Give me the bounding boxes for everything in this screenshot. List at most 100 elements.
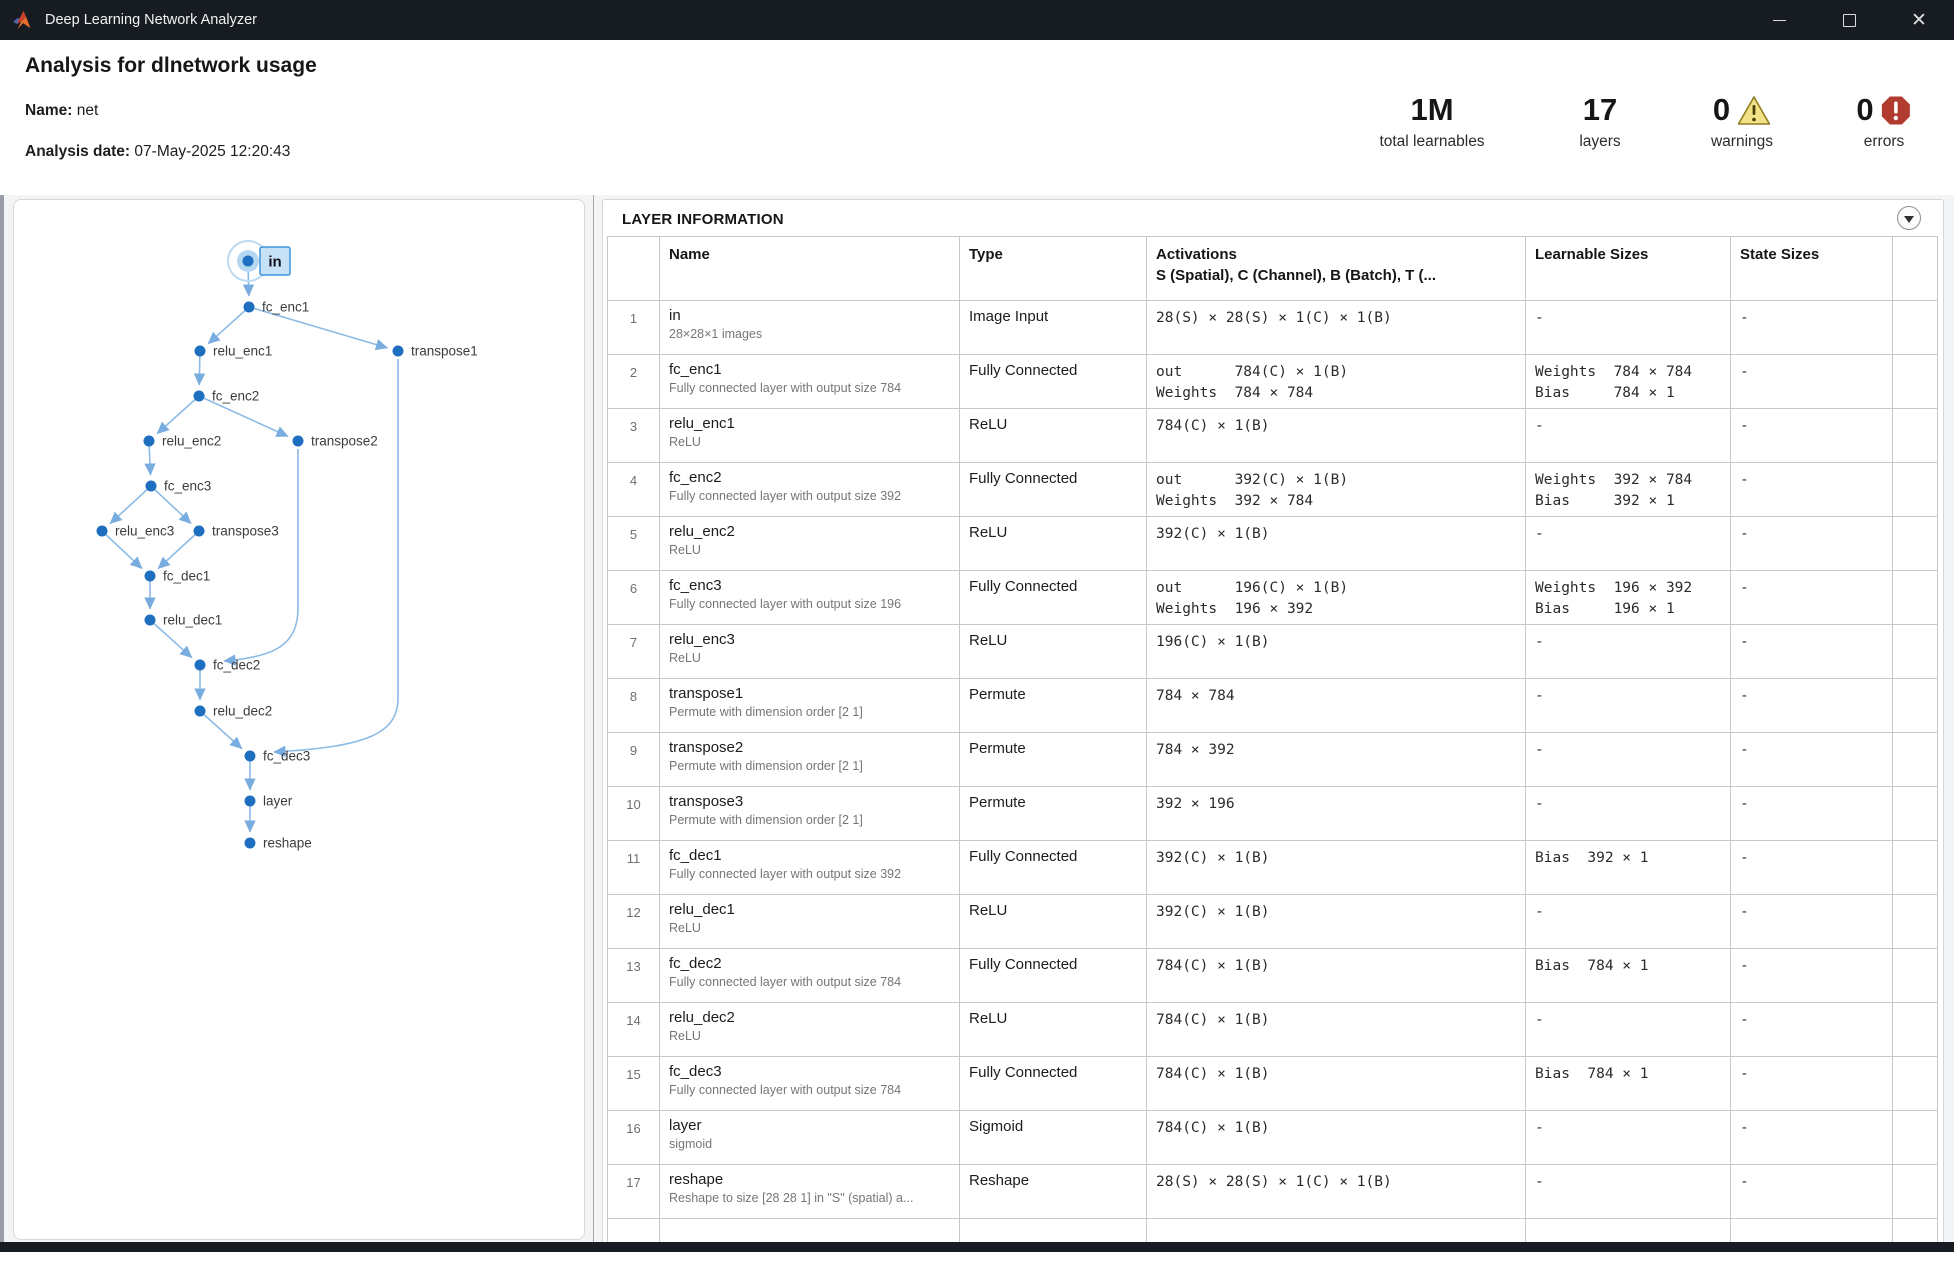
layer-name: fc_dec1	[669, 847, 951, 864]
window-title: Deep Learning Network Analyzer	[45, 12, 257, 28]
graph-node-label: in	[268, 254, 281, 271]
learnable-sizes-cell: -	[1526, 679, 1731, 733]
graph-node-reshape[interactable]: reshape	[245, 836, 312, 851]
col-activations[interactable]: Activations S (Spatial), C (Channel), B …	[1147, 237, 1526, 301]
maximize-button[interactable]	[1814, 0, 1884, 40]
col-learnable-sizes[interactable]: Learnable Sizes	[1526, 237, 1731, 301]
extra-cell	[1893, 733, 1938, 787]
network-diagram-panel[interactable]: in fc_enc1 relu_enc1 transpose1 fc_enc2 relu_…	[13, 199, 585, 1240]
graph-node-layer[interactable]: layer	[245, 794, 293, 809]
graph-node-transpose3[interactable]: transpose3	[194, 524, 279, 539]
layer-description: ReLU	[669, 435, 951, 449]
graph-node-fc_enc2[interactable]: fc_enc2	[194, 389, 260, 404]
state-sizes-cell: -	[1731, 895, 1893, 949]
learnable-sizes-cell: -	[1526, 517, 1731, 571]
learnable-sizes-cell: -	[1526, 625, 1731, 679]
table-row[interactable]: 6fc_enc3Fully connected layer with outpu…	[608, 571, 1938, 625]
layer-type-cell: Fully Connected	[960, 1057, 1147, 1111]
layer-description: Fully connected layer with output size 3…	[669, 867, 951, 881]
graph-node-fc_enc1[interactable]: fc_enc1	[244, 300, 310, 315]
graph-node-transpose2[interactable]: transpose2	[293, 434, 378, 449]
graph-node-fc_dec1[interactable]: fc_dec1	[145, 569, 211, 584]
table-row[interactable]: 3relu_enc1ReLUReLU784(C) × 1(B)--	[608, 409, 1938, 463]
close-button[interactable]: ✕	[1884, 0, 1954, 40]
layer-name: layer	[669, 1117, 951, 1134]
row-number-cell: 3	[608, 409, 660, 463]
warnings-label: warnings	[1711, 133, 1773, 151]
collapse-panel-button[interactable]	[1897, 206, 1921, 230]
table-row[interactable]: 9transpose2Permute with dimension order …	[608, 733, 1938, 787]
learnable-sizes-cell: Bias 784 × 1	[1526, 1057, 1731, 1111]
table-row[interactable]: 16layersigmoidSigmoid784(C) × 1(B)--	[608, 1111, 1938, 1165]
maximize-icon	[1843, 14, 1856, 27]
learnable-sizes-cell: -	[1526, 1003, 1731, 1057]
graph-node-label: fc_dec1	[163, 569, 210, 584]
graph-node-fc_enc3[interactable]: fc_enc3	[146, 479, 212, 494]
graph-node-in[interactable]: in	[228, 241, 290, 281]
chevron-down-icon	[1904, 216, 1914, 223]
table-row[interactable]: 12relu_dec1ReLUReLU392(C) × 1(B)--	[608, 895, 1938, 949]
graph-node-label: fc_dec2	[213, 658, 260, 673]
layer-type-cell: Fully Connected	[960, 355, 1147, 409]
col-name[interactable]: Name	[660, 237, 960, 301]
col-type[interactable]: Type	[960, 237, 1147, 301]
date-value: 07-May-2025 12:20:43	[134, 143, 290, 160]
graph-node-fc_dec2[interactable]: fc_dec2	[195, 658, 261, 673]
graph-node-label: fc_enc2	[212, 389, 259, 404]
col-state-sizes[interactable]: State Sizes	[1731, 237, 1893, 301]
layer-description: Fully connected layer with output size 7…	[669, 1083, 951, 1097]
table-row[interactable]: 13fc_dec2Fully connected layer with outp…	[608, 949, 1938, 1003]
minimize-button[interactable]	[1744, 0, 1814, 40]
activations-cell: out 196(C) × 1(B) Weights 196 × 392	[1147, 571, 1526, 625]
table-row[interactable]: 14relu_dec2ReLUReLU784(C) × 1(B)--	[608, 1003, 1938, 1057]
layer-type-cell: ReLU	[960, 895, 1147, 949]
total-learnables-value: 1M	[1410, 92, 1453, 128]
layer-name-cell: relu_enc2ReLU	[660, 517, 960, 571]
graph-edge-fc_enc3-relu_enc3	[110, 486, 151, 524]
table-row[interactable]: 10transpose3Permute with dimension order…	[608, 787, 1938, 841]
table-row[interactable]: 1in28×28×1 imagesImage Input28(S) × 28(S…	[608, 301, 1938, 355]
table-row[interactable]: 5relu_enc2ReLUReLU392(C) × 1(B)--	[608, 517, 1938, 571]
extra-cell	[1893, 463, 1938, 517]
state-sizes-cell: -	[1731, 679, 1893, 733]
graph-node-label: fc_dec3	[263, 749, 310, 764]
table-row[interactable]: 7relu_enc3ReLUReLU196(C) × 1(B)--	[608, 625, 1938, 679]
layer-name: fc_enc2	[669, 469, 951, 486]
table-row[interactable]: 2fc_enc1Fully connected layer with outpu…	[608, 355, 1938, 409]
layer-type-cell: Permute	[960, 733, 1147, 787]
graph-edge-transpose2-fc_dec2	[224, 449, 298, 661]
state-sizes-cell: -	[1731, 841, 1893, 895]
graph-edge-fc_enc1-relu_enc1	[208, 307, 249, 344]
state-sizes-cell: -	[1731, 355, 1893, 409]
network-graph[interactable]: in fc_enc1 relu_enc1 transpose1 fc_enc2 relu_…	[14, 200, 582, 1237]
layer-description: Fully connected layer with output size 1…	[669, 597, 951, 611]
graph-node-relu_enc1[interactable]: relu_enc1	[195, 344, 273, 359]
layer-name: transpose3	[669, 793, 951, 810]
graph-node-label: fc_enc3	[164, 479, 211, 494]
graph-node-transpose1[interactable]: transpose1	[393, 344, 478, 359]
table-row[interactable]: 4fc_enc2Fully connected layer with outpu…	[608, 463, 1938, 517]
pane-splitter[interactable]	[593, 195, 594, 1252]
activations-cell: 784(C) × 1(B)	[1147, 409, 1526, 463]
layer-name: fc_enc1	[669, 361, 951, 378]
activations-cell: 392(C) × 1(B)	[1147, 895, 1526, 949]
extra-cell	[1893, 571, 1938, 625]
extra-cell	[1893, 787, 1938, 841]
graph-node-fc_dec3[interactable]: fc_dec3	[245, 749, 311, 764]
state-sizes-cell: -	[1731, 571, 1893, 625]
table-row[interactable]: 15fc_dec3Fully connected layer with outp…	[608, 1057, 1938, 1111]
layer-name: relu_dec1	[669, 901, 951, 918]
graph-node-label: relu_dec2	[213, 704, 272, 719]
learnable-sizes-cell: -	[1526, 1165, 1731, 1219]
learnable-sizes-cell: -	[1526, 787, 1731, 841]
table-row[interactable]: 11fc_dec1Fully connected layer with outp…	[608, 841, 1938, 895]
network-name-row: Name: net	[25, 102, 98, 120]
state-sizes-cell: -	[1731, 301, 1893, 355]
table-row[interactable]: 8transpose1Permute with dimension order …	[608, 679, 1938, 733]
layer-name-cell: transpose2Permute with dimension order […	[660, 733, 960, 787]
table-row[interactable]: 17reshapeReshape to size [28 28 1] in "S…	[608, 1165, 1938, 1219]
layer-information-panel: LAYER INFORMATION Name Type Activations …	[602, 199, 1944, 1247]
page-title: Analysis for dlnetwork usage	[25, 54, 317, 78]
stat-layers: 17 layers	[1579, 90, 1620, 151]
graph-node-relu_enc2[interactable]: relu_enc2	[144, 434, 222, 449]
